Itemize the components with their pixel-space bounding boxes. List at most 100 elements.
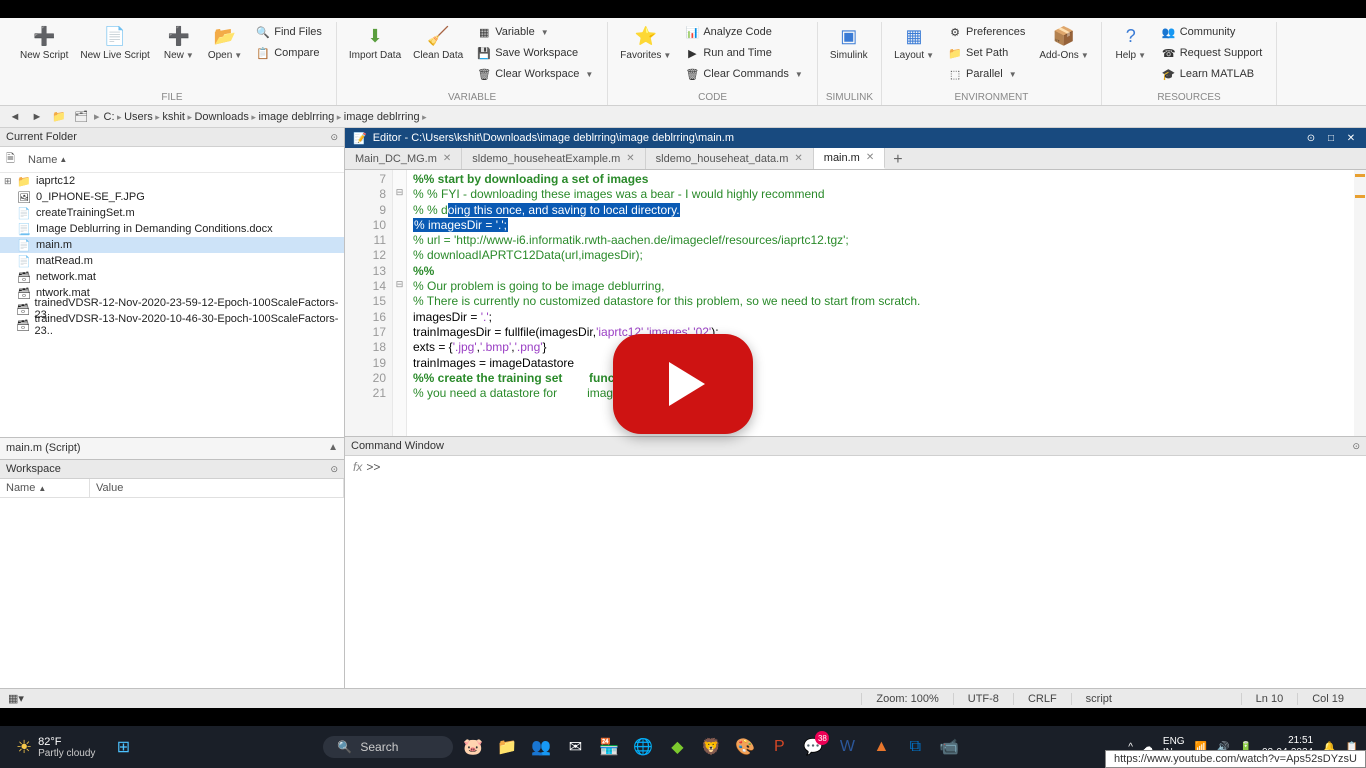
editor-dropdown-icon[interactable]: ⊙ (1304, 131, 1318, 145)
help-button[interactable]: ?Help▼ (1110, 22, 1152, 63)
code-editor[interactable]: 789101112131415161718192021 ⊟ ⊟ %% start… (345, 170, 1366, 436)
file-type-icon: 🗎 (6, 150, 28, 169)
tree-item[interactable]: 🖼0_IPHONE-SE_F.JPG (0, 189, 344, 205)
simulink-button[interactable]: ▣Simulink (826, 22, 872, 63)
path-segment[interactable]: image deblrring (258, 111, 334, 123)
tree-item[interactable]: 🗃network.mat (0, 269, 344, 285)
command-window-header: Command Window ⊙ (345, 437, 1366, 456)
tab-close-icon[interactable]: ✕ (443, 153, 451, 164)
nav-history-icon[interactable]: 🗂 (72, 108, 90, 126)
clear-commands-button[interactable]: 🗑Clear Commands▼ (679, 64, 809, 84)
path-segment[interactable]: image deblrring (344, 111, 420, 123)
taskbar-app-7[interactable]: ◆ (663, 733, 691, 761)
path-segment[interactable]: Downloads (194, 111, 248, 123)
editor-close-icon[interactable]: ✕ (1344, 131, 1358, 145)
taskbar-app-9[interactable]: 🎨 (731, 733, 759, 761)
file-tree: 🗎 Name ▲ ⊞📁iaprtc12🖼0_IPHONE-SE_F.JPG📄cr… (0, 147, 344, 437)
editor-tab[interactable]: sldemo_househeatExample.m✕ (462, 148, 645, 169)
new-button[interactable]: ➕New▼ (158, 22, 200, 63)
fx-icon: fx (353, 460, 362, 474)
tab-close-icon[interactable]: ✕ (866, 152, 874, 163)
nav-up-folder-icon[interactable]: 📁 (50, 108, 68, 126)
path-segment[interactable]: C: (104, 111, 115, 123)
path-segment[interactable]: Users (124, 111, 153, 123)
editor-title-bar: 📝 Editor - C:\Users\kshit\Downloads\imag… (345, 128, 1366, 148)
preferences-button[interactable]: ⚙Preferences (942, 22, 1031, 42)
taskbar-search[interactable]: 🔍Search (323, 736, 453, 758)
ws-value-column[interactable]: Value (90, 479, 344, 497)
ws-name-column[interactable]: Name (6, 482, 35, 494)
tree-item[interactable]: 📄main.m (0, 237, 344, 253)
taskbar-whatsapp[interactable]: 💬38 (799, 733, 827, 761)
editor-tab[interactable]: Main_DC_MG.m✕ (345, 148, 462, 169)
path-segment[interactable]: kshit (162, 111, 185, 123)
taskbar-app-15[interactable]: 📹 (935, 733, 963, 761)
save-workspace-button[interactable]: 💾Save Workspace (471, 43, 599, 63)
weather-widget[interactable]: ☀ 82°FPartly cloudy (8, 736, 103, 759)
panel-collapse-icon[interactable]: ⊙ (330, 132, 338, 143)
addons-button[interactable]: 📦Add-Ons▼ (1035, 22, 1092, 63)
workspace-body (0, 498, 344, 708)
workspace-collapse-icon[interactable]: ⊙ (330, 464, 338, 475)
simulink-group-label: SIMULINK (826, 90, 873, 105)
compare-button[interactable]: 📋Compare (250, 43, 328, 63)
layout-button[interactable]: ▦Layout▼ (890, 22, 938, 63)
taskbar-vscode[interactable]: ⧉ (901, 733, 929, 761)
taskbar-explorer[interactable]: 📁 (493, 733, 521, 761)
status-col: Col 19 (1297, 693, 1358, 705)
taskbar-teams[interactable]: 👥 (527, 733, 555, 761)
weather-icon: ☀ (16, 737, 32, 758)
start-button[interactable]: ⊞ (109, 733, 137, 761)
new-live-script-button[interactable]: 📄New Live Script (76, 22, 153, 63)
details-expand-icon[interactable]: ▲ (328, 442, 338, 453)
nav-forward-button[interactable]: ► (28, 108, 46, 126)
name-column-header[interactable]: Name (28, 154, 57, 166)
cmd-collapse-icon[interactable]: ⊙ (1352, 441, 1360, 452)
variable-button[interactable]: ▦Variable▼ (471, 22, 599, 42)
community-button[interactable]: 👥Community (1156, 22, 1269, 42)
clear-workspace-button[interactable]: 🗑Clear Workspace▼ (471, 64, 599, 84)
set-path-button[interactable]: 📁Set Path (942, 43, 1031, 63)
file-icon: 📄 (16, 206, 32, 220)
new-script-button[interactable]: ➕New Script (16, 22, 72, 63)
taskbar-brave[interactable]: 🦁 (697, 733, 725, 761)
nav-back-button[interactable]: ◄ (6, 108, 24, 126)
environment-group-label: ENVIRONMENT (890, 90, 1093, 105)
find-files-button[interactable]: 🔍Find Files (250, 22, 328, 42)
taskbar-mail[interactable]: ✉ (561, 733, 589, 761)
editor-tab[interactable]: sldemo_househeat_data.m✕ (646, 148, 814, 169)
tree-item[interactable]: ⊞📁iaprtc12 (0, 173, 344, 189)
tab-close-icon[interactable]: ✕ (626, 153, 634, 164)
tree-item[interactable]: 📄createTrainingSet.m (0, 205, 344, 221)
youtube-play-button[interactable] (613, 334, 753, 434)
parallel-button[interactable]: ⬚Parallel▼ (942, 64, 1031, 84)
editor-maximize-icon[interactable]: □ (1324, 131, 1338, 145)
analyze-code-button[interactable]: 📊Analyze Code (679, 22, 809, 42)
taskbar-store[interactable]: 🏪 (595, 733, 623, 761)
status-bar: ▦▾ Zoom: 100% UTF-8 CRLF script Ln 10 Co… (0, 688, 1366, 708)
clean-data-button[interactable]: 🧹Clean Data (409, 22, 467, 63)
editor-tabs: Main_DC_MG.m✕sldemo_househeatExample.m✕s… (345, 148, 1366, 170)
tab-add-button[interactable]: + (885, 148, 910, 169)
taskbar-word[interactable]: W (833, 733, 861, 761)
command-prompt[interactable]: fx>> (345, 456, 1366, 708)
taskbar-app-1[interactable]: 🐷 (459, 733, 487, 761)
taskbar-powerpoint[interactable]: P (765, 733, 793, 761)
open-button[interactable]: 📂Open▼ (204, 22, 246, 63)
import-data-button[interactable]: ⬇Import Data (345, 22, 405, 63)
status-zoom[interactable]: Zoom: 100% (861, 693, 952, 705)
run-and-time-button[interactable]: ▶Run and Time (679, 43, 809, 63)
request-support-button[interactable]: ☎Request Support (1156, 43, 1269, 63)
tree-item[interactable]: 📄matRead.m (0, 253, 344, 269)
editor-tab[interactable]: main.m✕ (814, 148, 885, 169)
file-icon: 🖼 (16, 190, 32, 204)
favorites-button[interactable]: ⭐Favorites▼ (616, 22, 675, 63)
tab-close-icon[interactable]: ✕ (794, 153, 802, 164)
taskbar-edge[interactable]: 🌐 (629, 733, 657, 761)
tree-item[interactable]: 📃Image Deblurring in Demanding Condition… (0, 221, 344, 237)
learn-matlab-button[interactable]: 🎓Learn MATLAB (1156, 64, 1269, 84)
tree-item[interactable]: 🗃trainedVDSR-13-Nov-2020-10-46-30-Epoch-… (0, 317, 344, 333)
taskbar-matlab[interactable]: ▲ (867, 733, 895, 761)
workspace-table-header: Name ▲ Value (0, 479, 344, 498)
file-group-label: FILE (16, 90, 328, 105)
